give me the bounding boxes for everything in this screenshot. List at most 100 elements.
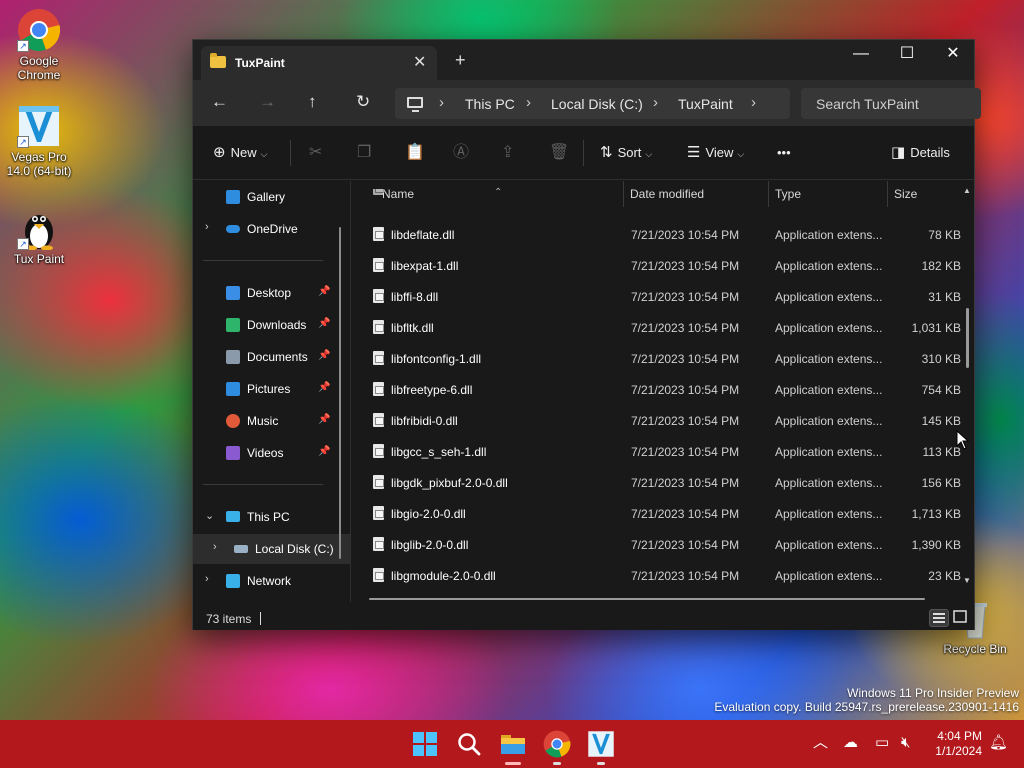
notification-bell-icon[interactable]: 🔔︎ (989, 734, 1008, 752)
desktop-icon-tuxpaint[interactable]: ↗ Tux Paint (1, 206, 77, 266)
tab-close-button[interactable]: ✕ (413, 52, 426, 72)
file-explorer-taskbar-button[interactable] (499, 730, 527, 765)
computer-icon (226, 511, 240, 522)
drive-icon (234, 545, 248, 553)
sidebar-item-desktop[interactable]: Desktop 📌 (193, 278, 350, 308)
sidebar-item-onedrive[interactable]: › OneDrive (193, 214, 350, 244)
breadcrumb-local-disk[interactable]: Local Disk (C:) (551, 96, 643, 112)
up-button[interactable]: ↑ (308, 92, 317, 112)
pin-icon[interactable]: 📌 (318, 350, 330, 361)
table-row[interactable]: libgcc_s_seh-1.dll 7/21/2023 10:54 PM Appl… (351, 436, 961, 467)
scroll-down-arrow[interactable]: ▼ (963, 576, 971, 585)
chevron-right-icon[interactable]: › (205, 573, 209, 585)
sidebar-item-videos[interactable]: Videos 📌 (193, 438, 350, 468)
network-status-icon[interactable]: ▭ (875, 734, 889, 752)
table-row[interactable]: libfltk.dll 7/21/2023 10:54 PM Application… (351, 312, 961, 343)
table-row[interactable]: libfribidi-0.dll 7/21/2023 10:54 PM Applic… (351, 405, 961, 436)
maximize-button[interactable]: ☐ (884, 40, 930, 72)
table-row[interactable]: libgmodule-2.0-0.dll 7/21/2023 10:54 PM Ap… (351, 560, 961, 591)
sort-button[interactable]: ⇅ Sort ⌵ (600, 144, 652, 163)
breadcrumb-tuxpaint[interactable]: TuxPaint (678, 96, 733, 112)
file-size: 1,031 KB (911, 321, 961, 335)
start-button[interactable] (411, 730, 439, 758)
chrome-taskbar-button[interactable] (543, 730, 571, 765)
paste-icon[interactable]: 📋 (405, 144, 425, 162)
sidebar-item-downloads[interactable]: Downloads 📌 (193, 310, 350, 340)
horizontal-scrollbar-thumb[interactable] (369, 598, 925, 600)
view-button[interactable]: ☰ View ⌵ (687, 144, 744, 163)
clock[interactable]: 4:04 PM 1/1/2024 (926, 729, 982, 759)
sidebar-item-local-disk[interactable]: › Local Disk (C:) (193, 534, 350, 564)
table-row[interactable]: libdeflate.dll 7/21/2023 10:54 PM Applicat… (351, 219, 961, 250)
sidebar-item-label: OneDrive (247, 222, 298, 236)
file-size: 754 KB (921, 383, 961, 397)
onedrive-icon[interactable]: ☁ (843, 734, 858, 752)
title-bar: TuxPaint ✕ + — ☐ ✕ (193, 40, 974, 80)
breadcrumb-separator[interactable]: › (439, 94, 444, 111)
table-row[interactable]: libexpat-1.dll 7/21/2023 10:54 PM Applicat… (351, 250, 961, 281)
more-options-button[interactable]: ••• (777, 144, 791, 162)
onedrive-cloud-icon (226, 225, 240, 233)
copy-icon[interactable]: ❐ (357, 144, 371, 162)
delete-icon[interactable]: 🗑 (549, 144, 569, 162)
address-bar[interactable]: › This PC › Local Disk (C:) › TuxPaint › (395, 88, 790, 119)
chevron-right-icon[interactable]: › (205, 221, 209, 233)
refresh-button[interactable]: ↻ (356, 92, 370, 112)
pin-icon[interactable]: 📌 (318, 414, 330, 425)
breadcrumb-separator[interactable]: › (526, 94, 531, 111)
new-button[interactable]: ⊕ New ⌵ (213, 144, 267, 163)
pin-icon[interactable]: 📌 (318, 382, 330, 393)
sidebar-item-documents[interactable]: Documents 📌 (193, 342, 350, 372)
table-row[interactable]: libgio-2.0-0.dll 7/21/2023 10:54 PM Applic… (351, 498, 961, 529)
cut-icon[interactable]: ✂ (309, 144, 322, 162)
sidebar-item-network[interactable]: › Network (193, 566, 350, 596)
forward-button[interactable]: → (259, 92, 276, 112)
desktop-icon-chrome[interactable]: ↗ Google Chrome (1, 8, 77, 82)
file-size: 156 KB (921, 476, 961, 490)
volume-muted-icon[interactable]: 🔇︎ (901, 734, 910, 752)
minimize-button[interactable]: — (838, 40, 884, 72)
table-row[interactable]: libgdk_pixbuf-2.0-0.dll 7/21/2023 10:54 P… (351, 467, 961, 498)
chevron-right-icon[interactable]: › (213, 541, 217, 553)
command-bar: ⊕ New ⌵ ✂ ❐ 📋 Ⓐ ⇪ 🗑 ⇅ Sort ⌵ ☰ View ⌵ ••• ◨ Det… (193, 126, 974, 180)
search-input[interactable]: Search TuxPaint (801, 88, 981, 119)
pin-icon[interactable]: 📌 (318, 286, 330, 297)
sidebar-divider (203, 484, 323, 485)
breadcrumb-separator[interactable]: › (751, 94, 756, 111)
show-hidden-icons-chevron[interactable]: ︿ (813, 734, 828, 752)
table-row[interactable]: libfreetype-6.dll 7/21/2023 10:54 PM Appli… (351, 374, 961, 405)
scroll-up-arrow[interactable]: ▲ (963, 186, 971, 195)
sidebar-item-pictures[interactable]: Pictures 📌 (193, 374, 350, 404)
vertical-scrollbar-thumb[interactable] (966, 308, 969, 368)
sidebar-scrollbar[interactable] (339, 227, 341, 559)
details-view-button[interactable] (929, 609, 949, 627)
table-row[interactable]: libffi-8.dll 7/21/2023 10:54 PM Applicatio… (351, 281, 961, 312)
details-pane-button[interactable]: ◨ Details (891, 144, 950, 162)
breadcrumb-this-pc[interactable]: This PC (465, 96, 515, 112)
pin-icon[interactable]: 📌 (318, 446, 330, 457)
sidebar-item-gallery[interactable]: Gallery (193, 182, 350, 212)
chevron-down-icon[interactable]: ⌄ (205, 509, 214, 522)
vegas-taskbar-button[interactable] (587, 730, 615, 765)
new-tab-button[interactable]: + (455, 51, 466, 69)
table-row[interactable]: libfontconfig-1.dll 7/21/2023 10:54 PM App… (351, 343, 961, 374)
desktop-icon-vegas[interactable]: ↗ Vegas Pro 14.0 (64-bit) (1, 104, 77, 178)
search-button[interactable] (455, 730, 483, 758)
close-button[interactable]: ✕ (930, 40, 976, 72)
rename-icon[interactable]: Ⓐ (453, 144, 469, 162)
pin-icon[interactable]: 📌 (318, 318, 330, 329)
sidebar-item-this-pc[interactable]: ⌄ This PC (193, 502, 350, 532)
large-icons-view-button[interactable] (951, 609, 971, 627)
table-row[interactable]: libglib-2.0-0.dll 7/21/2023 10:54 PM Appli… (351, 529, 961, 560)
share-icon[interactable]: ⇪ (501, 144, 514, 162)
tab-tuxpaint[interactable]: TuxPaint ✕ (201, 46, 437, 80)
table-row-partial[interactable] (351, 189, 961, 201)
sidebar-item-music[interactable]: Music 📌 (193, 406, 350, 436)
download-icon (226, 318, 240, 332)
dll-file-icon (373, 289, 384, 303)
breadcrumb-separator[interactable]: › (653, 94, 658, 111)
windows-logo-icon (413, 732, 437, 756)
sort-label: Sort (617, 145, 642, 160)
back-button[interactable]: ← (211, 92, 228, 112)
chrome-label: Google Chrome (17, 54, 61, 82)
